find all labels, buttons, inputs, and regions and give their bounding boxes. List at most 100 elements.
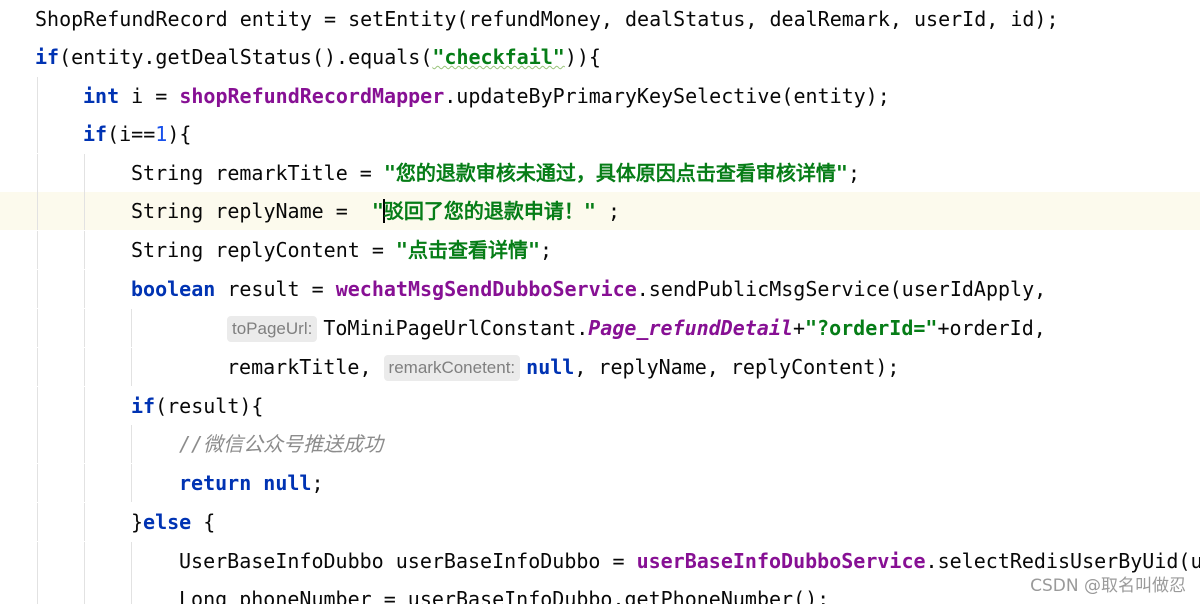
- indent-guide: [131, 580, 132, 604]
- keyword-else: else: [143, 510, 192, 534]
- code-line-14[interactable]: }else {: [0, 503, 1200, 541]
- code-line-3[interactable]: int i = shopRefundRecordMapper.updateByP…: [0, 77, 1200, 115]
- indent-guide: [84, 192, 85, 230]
- declaration: String replyContent =: [131, 238, 396, 262]
- code-line-11[interactable]: if(result){: [0, 387, 1200, 425]
- keyword-if: if: [131, 394, 156, 418]
- indent-guide: [84, 425, 85, 463]
- closing-brace: }: [131, 510, 144, 534]
- indent-guide: [131, 309, 132, 347]
- code-line-2[interactable]: if(entity.getDealStatus().equals("checkf…: [0, 38, 1200, 76]
- method-call: .selectRedisUserByUid(u: [925, 549, 1200, 573]
- indent-guide: [37, 115, 38, 153]
- keyword-boolean: boolean: [131, 277, 216, 301]
- code-line-16[interactable]: Long phoneNumber = userBaseInfoDubbo.get…: [0, 580, 1200, 604]
- number-literal: 1: [155, 122, 168, 146]
- line-7-code: String replyContent = "点击查看详情";: [131, 231, 552, 269]
- declaration: String replyName =: [131, 199, 372, 223]
- code-line-6-current[interactable]: String replyName = "驳回了您的退款申请！" ;: [0, 192, 1200, 230]
- opening-brace: {: [191, 510, 216, 534]
- indent-guide: [37, 542, 38, 580]
- indent-guide: [131, 464, 132, 502]
- code-line-8[interactable]: boolean result = wechatMsgSendDubboServi…: [0, 270, 1200, 308]
- code-line-1[interactable]: ShopRefundRecord entity = setEntity(refu…: [0, 0, 1200, 38]
- line-13-code: return null;: [179, 464, 324, 502]
- class-reference: ToMiniPageUrlConstant.: [323, 316, 589, 340]
- param-hint-remark-content: remarkConetent:: [383, 355, 521, 381]
- code-editor[interactable]: ShopRefundRecord entity = setEntity(refu…: [0, 0, 1200, 604]
- semicolon: ;: [540, 238, 553, 262]
- code-line-7[interactable]: String replyContent = "点击查看详情";: [0, 231, 1200, 269]
- semicolon: ;: [595, 199, 621, 223]
- indent-guide: [84, 542, 85, 580]
- static-field: Page_refundDetail: [588, 316, 793, 340]
- line-5-code: String remarkTitle = "您的退款审核未通过，具体原因点击查看…: [131, 154, 860, 192]
- indent-guide: [37, 231, 38, 269]
- line-12-code: //微信公众号推送成功: [179, 425, 383, 463]
- indent-guide: [37, 503, 38, 541]
- keyword-if: if: [83, 122, 108, 146]
- keyword-null: null: [526, 355, 575, 379]
- code-line-10[interactable]: remarkTitle, remarkConetent: null, replyN…: [0, 348, 1200, 386]
- argument-tail: +orderId,: [937, 316, 1046, 340]
- condition-end: )){: [564, 45, 601, 69]
- indent-guide: [37, 309, 38, 347]
- code-line-12[interactable]: //微信公众号推送成功: [0, 425, 1200, 463]
- keyword-int: int: [83, 84, 120, 108]
- indent-guide: [84, 348, 85, 386]
- code-line-9[interactable]: toPageUrl: ToMiniPageUrlConstant.Page_ref…: [0, 309, 1200, 347]
- code-line-15[interactable]: UserBaseInfoDubbo userBaseInfoDubbo = us…: [0, 542, 1200, 580]
- line-14-code: }else {: [131, 503, 215, 541]
- code-line-4[interactable]: if(i==1){: [0, 115, 1200, 153]
- argument-remark-title: remarkTitle,: [227, 355, 384, 379]
- indent-guide: [84, 270, 85, 308]
- string-literal: "checkfail": [432, 45, 565, 69]
- indent-guide: [37, 77, 38, 115]
- indent-guide: [84, 231, 85, 269]
- field-reference: shopRefundRecordMapper: [179, 84, 445, 108]
- keyword-if: if: [35, 45, 60, 69]
- declaration: String remarkTitle =: [131, 161, 384, 185]
- condition-start: (entity.getDealStatus().equals(: [59, 45, 433, 69]
- indent-guide: [84, 154, 85, 192]
- condition-end: ){: [167, 122, 192, 146]
- param-hint-to-page-url: toPageUrl:: [227, 316, 318, 342]
- assignment: result =: [215, 277, 336, 301]
- csdn-watermark: CSDN @取名叫做忍: [1030, 576, 1186, 596]
- indent-guide: [84, 309, 85, 347]
- line-16-code: Long phoneNumber = userBaseInfoDubbo.get…: [179, 587, 830, 604]
- indent-guide: [84, 580, 85, 604]
- keyword-return: return: [179, 471, 252, 495]
- indent-guide: [37, 387, 38, 425]
- line-10-code: remarkTitle, remarkConetent: null, replyN…: [227, 348, 899, 386]
- indent-guide: [84, 503, 85, 541]
- operator-plus: +: [792, 316, 805, 340]
- indent-guide: [37, 192, 38, 230]
- line-8-code: boolean result = wechatMsgSendDubboServi…: [131, 270, 1046, 308]
- line-6-code: String replyName = "驳回了您的退款申请！" ;: [131, 192, 620, 230]
- indent-guide: [37, 348, 38, 386]
- declaration: UserBaseInfoDubbo userBaseInfoDubbo =: [179, 549, 637, 573]
- string-literal: "您的退款审核未通过，具体原因点击查看审核详情": [383, 161, 848, 185]
- indent-guide: [37, 425, 38, 463]
- indent-guide: [37, 580, 38, 604]
- comment: //微信公众号推送成功: [179, 432, 384, 456]
- code-line-13[interactable]: return null;: [0, 464, 1200, 502]
- field-reference: userBaseInfoDubboService: [636, 549, 926, 573]
- condition-start: (i==: [107, 122, 156, 146]
- indent-guide: [131, 425, 132, 463]
- indent-guide: [37, 270, 38, 308]
- keyword-null: null: [263, 471, 312, 495]
- argument-tail: , replyName, replyContent);: [574, 355, 900, 379]
- indent-guide: [84, 387, 85, 425]
- line-4-code: if(i==1){: [83, 115, 191, 153]
- line-3-code: int i = shopRefundRecordMapper.updateByP…: [83, 77, 890, 115]
- line-2-code: if(entity.getDealStatus().equals("checkf…: [35, 38, 601, 76]
- indent-guide: [37, 154, 38, 192]
- indent-guide: [37, 464, 38, 502]
- line-9-code: toPageUrl: ToMiniPageUrlConstant.Page_ref…: [227, 309, 1046, 347]
- string-literal: 驳回了您的退款申请！": [383, 199, 596, 223]
- string-literal: "点击查看详情": [395, 238, 540, 262]
- code-line-5[interactable]: String remarkTitle = "您的退款审核未通过，具体原因点击查看…: [0, 154, 1200, 192]
- method-call: .updateByPrimaryKeySelective(entity);: [444, 84, 890, 108]
